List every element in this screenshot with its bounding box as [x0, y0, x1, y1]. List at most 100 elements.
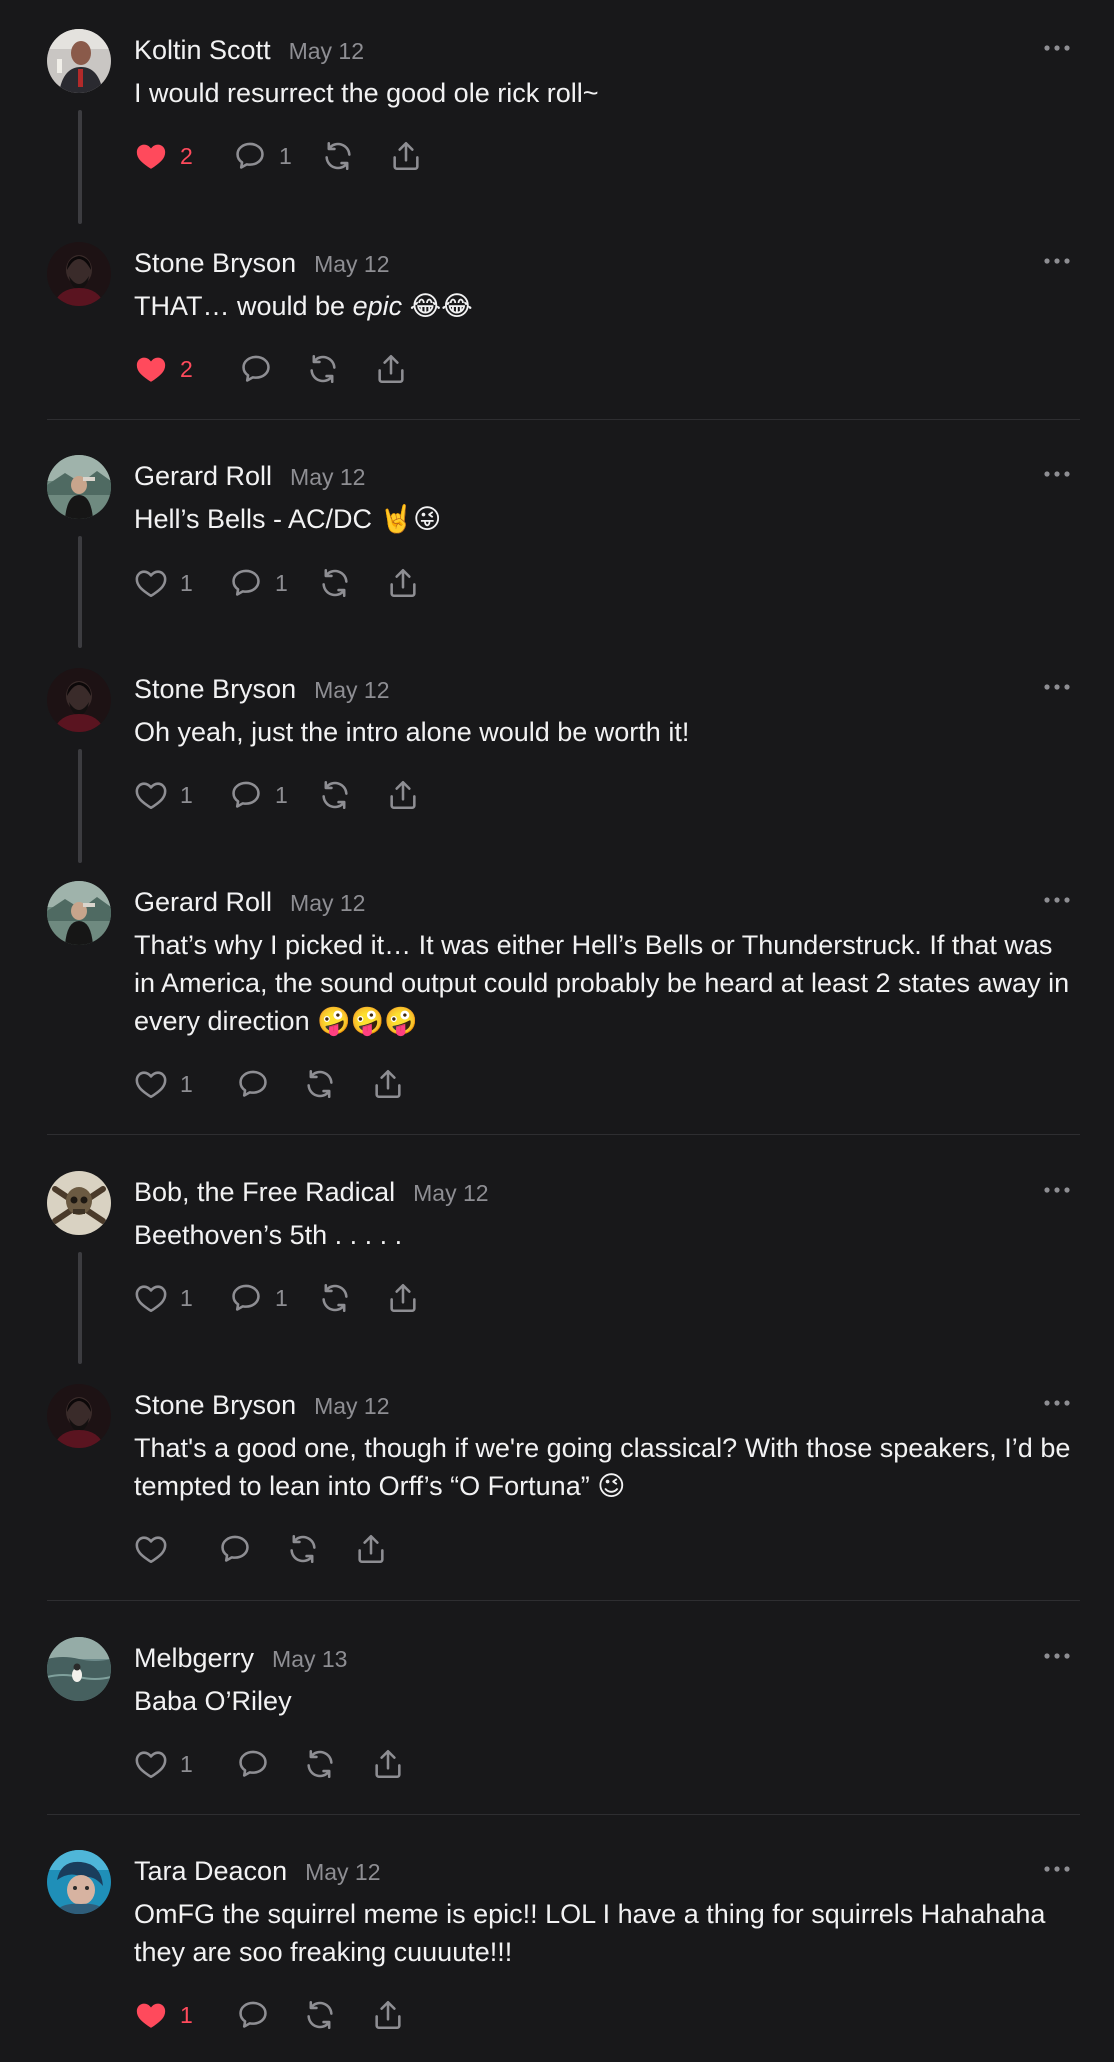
avatar[interactable] [47, 1384, 111, 1448]
post: Koltin Scott May 12 I would resurrect th… [0, 0, 1114, 224]
post-text: That’s why I picked it… It was either He… [134, 930, 1070, 1036]
author-name[interactable]: Gerard Roll [134, 882, 272, 922]
heart-icon [135, 1536, 167, 1564]
repost-button[interactable] [306, 349, 340, 389]
like-button[interactable] [134, 1529, 168, 1569]
share-button[interactable] [371, 1995, 405, 2035]
reply-button[interactable] [236, 1744, 270, 1784]
reply-button[interactable] [218, 1529, 252, 1569]
like-button[interactable]: 2 [134, 136, 193, 176]
more-options-button[interactable] [1042, 1182, 1072, 1198]
author-name[interactable]: Tara Deacon [134, 1851, 287, 1891]
author-name[interactable]: Gerard Roll [134, 456, 272, 496]
post-date: May 12 [288, 38, 365, 64]
share-button[interactable] [371, 1744, 405, 1784]
more-options-button[interactable] [1042, 1395, 1072, 1411]
share-button[interactable] [371, 1064, 405, 1104]
share-upload-icon [358, 1534, 384, 1564]
share-button[interactable] [386, 775, 420, 815]
post: Tara Deacon May 12 OmFG the squirrel mem… [0, 1821, 1114, 2062]
like-button[interactable]: 1 [134, 1744, 193, 1784]
repost-button[interactable] [286, 1529, 320, 1569]
post-date: May 12 [314, 1393, 390, 1419]
more-options-button[interactable] [1042, 892, 1072, 908]
heart-filled-icon [136, 144, 166, 169]
avatar[interactable] [47, 1637, 111, 1701]
avatar[interactable] [47, 242, 111, 306]
reply-button[interactable] [236, 1064, 270, 1104]
like-count: 2 [180, 143, 193, 169]
author-name[interactable]: Melbgerry [134, 1638, 254, 1678]
post: Bob, the Free Radical May 12 Beethoven’s… [0, 1142, 1114, 1364]
like-button[interactable]: 2 [134, 349, 193, 389]
repost-button[interactable] [318, 775, 352, 815]
share-upload-icon [375, 1749, 401, 1779]
author-name[interactable]: Stone Bryson [134, 243, 296, 283]
more-options-button[interactable] [1042, 679, 1072, 695]
reply-button[interactable]: 1 [229, 1278, 288, 1318]
more-options-button[interactable] [1042, 466, 1072, 482]
like-button[interactable]: 1 [134, 775, 193, 815]
more-options-button[interactable] [1042, 1648, 1072, 1664]
more-options-button[interactable] [1042, 253, 1072, 269]
reply-button[interactable]: 1 [229, 775, 288, 815]
thread-line [78, 110, 82, 224]
reply-count: 1 [275, 1285, 288, 1311]
more-options-button[interactable] [1042, 1861, 1072, 1877]
share-button[interactable] [374, 349, 408, 389]
share-upload-icon [390, 1283, 416, 1313]
repost-button[interactable] [321, 136, 355, 176]
avatar-gerard-roll-image [47, 455, 111, 519]
repost-button[interactable] [303, 1744, 337, 1784]
avatar[interactable] [47, 881, 111, 945]
repost-button[interactable] [303, 1064, 337, 1104]
more-dots-icon [1044, 1400, 1070, 1406]
thread-divider [47, 1814, 1080, 1815]
share-button[interactable] [386, 1278, 420, 1318]
heart-filled-icon [136, 2003, 166, 2028]
avatar[interactable] [47, 668, 111, 732]
repost-button[interactable] [318, 563, 352, 603]
post-date: May 12 [290, 464, 366, 490]
post-text: Oh yeah, just the intro alone would be w… [134, 717, 690, 747]
repost-button[interactable] [303, 1995, 337, 2035]
share-button[interactable] [354, 1529, 388, 1569]
share-button[interactable] [386, 563, 420, 603]
reply-button[interactable]: 1 [229, 563, 288, 603]
like-button[interactable]: 1 [134, 1064, 193, 1104]
reply-button[interactable] [236, 1995, 270, 2035]
repost-arrows-icon [325, 141, 351, 171]
like-count: 1 [180, 1751, 193, 1777]
author-name[interactable]: Stone Bryson [134, 669, 296, 709]
avatar[interactable] [47, 29, 111, 93]
avatar[interactable] [47, 1850, 111, 1914]
post-date: May 12 [305, 1859, 381, 1885]
reply-count: 1 [275, 570, 288, 596]
repost-arrows-icon [307, 2000, 333, 2030]
avatar-stone-bryson-image [47, 668, 111, 732]
avatar-melbgerry-image [47, 1637, 111, 1701]
author-name[interactable]: Koltin Scott [134, 30, 271, 70]
repost-button[interactable] [318, 1278, 352, 1318]
author-name[interactable]: Bob, the Free Radical [134, 1172, 395, 1212]
like-button[interactable]: 1 [134, 1995, 193, 2035]
post-header: Stone Bryson May 12 [134, 669, 390, 709]
post-text-end: 😂😂 [402, 291, 473, 321]
avatar[interactable] [47, 455, 111, 519]
heart-filled-icon [136, 357, 166, 382]
like-count: 2 [180, 356, 193, 382]
avatar[interactable] [47, 1171, 111, 1235]
share-upload-icon [378, 354, 404, 384]
reply-button[interactable]: 1 [233, 136, 292, 176]
share-upload-icon [390, 780, 416, 810]
thread-divider [47, 1600, 1080, 1601]
post-header: Stone Bryson May 12 [134, 1385, 390, 1425]
thread-line [78, 536, 82, 648]
reply-button[interactable] [239, 349, 273, 389]
share-button[interactable] [389, 136, 423, 176]
more-options-button[interactable] [1042, 40, 1072, 56]
like-button[interactable]: 1 [134, 1278, 193, 1318]
author-name[interactable]: Stone Bryson [134, 1385, 296, 1425]
like-button[interactable]: 1 [134, 563, 193, 603]
post-text: THAT… would be epic 😂😂 [134, 287, 1079, 325]
